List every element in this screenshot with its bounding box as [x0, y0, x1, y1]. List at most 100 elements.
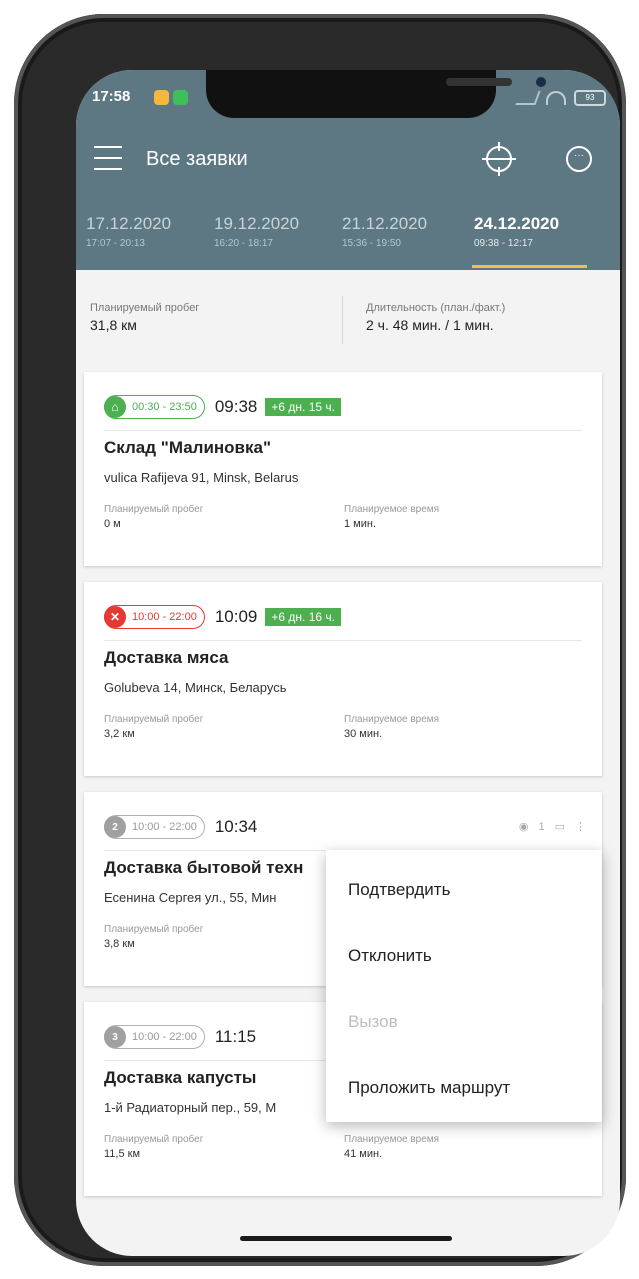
menu-item-confirm[interactable]: Подтвердить — [348, 880, 450, 900]
card-header: 2 10:00 - 22:00 10:34 — [104, 814, 257, 840]
mileage-label: Планируемый пробег — [90, 302, 200, 314]
chat-icon[interactable]: ··· — [566, 146, 592, 172]
planned-mileage: Планируемый пробег 0 м — [104, 504, 203, 530]
time-window-badge: 2 10:00 - 22:00 — [104, 815, 205, 839]
battery-icon: 93 — [574, 90, 606, 106]
stop-number-badge: 3 — [104, 1026, 126, 1048]
duration-value: 2 ч. 48 мин. / 1 мин. — [366, 317, 494, 333]
date-tabs: 17.12.2020 17:07 - 20:13 19.12.2020 16:2… — [76, 202, 620, 270]
card-header: 3 10:00 - 22:00 11:15 — [104, 1024, 256, 1050]
active-tab-indicator — [472, 265, 587, 268]
delay-badge: +6 дн. 16 ч. — [265, 608, 341, 626]
tab-date-3[interactable]: 21.12.2020 15:36 - 19:50 — [342, 214, 427, 249]
signal-icon — [515, 91, 541, 105]
planned-time-label: Планируемое время — [344, 1134, 440, 1145]
planned-time: Планируемое время 30 мин. — [344, 714, 439, 740]
planned-mileage-value: 3,2 км — [104, 728, 135, 740]
divider — [104, 430, 582, 431]
speaker — [446, 78, 512, 86]
time-window-badge: ✕ 10:00 - 22:00 — [104, 605, 205, 629]
order-card[interactable]: ✕ 10:00 - 22:00 10:09 +6 дн. 16 ч. Доста… — [84, 582, 602, 776]
camera — [536, 77, 546, 87]
order-card[interactable]: ⌂ 00:30 - 23:50 09:38 +6 дн. 15 ч. Склад… — [84, 372, 602, 566]
arrival-time: 09:38 — [214, 397, 258, 416]
time-window: 00:30 - 23:50 — [132, 401, 197, 413]
tab-date: 19.12.2020 — [214, 214, 300, 233]
planned-mileage-value: 3,8 км — [104, 938, 135, 950]
home-icon: ⌂ — [104, 396, 126, 418]
mileage-value: 31,8 км — [90, 317, 137, 333]
divider — [104, 640, 582, 641]
notification-icon — [154, 90, 169, 105]
planned-mileage-value: 11,5 км — [104, 1148, 141, 1160]
planned-mileage-label: Планируемый пробег — [104, 924, 204, 935]
home-indicator[interactable] — [240, 1236, 452, 1241]
time-window: 10:00 - 22:00 — [132, 1031, 197, 1043]
route-summary: Планируемый пробег 31,8 км Длительность … — [76, 270, 620, 358]
card-title: Склад "Малиновка" — [104, 438, 272, 457]
summary-mileage: Планируемый пробег 31,8 км — [90, 302, 199, 333]
summary-divider — [342, 296, 343, 344]
tab-time: 09:38 - 12:17 — [474, 238, 533, 249]
card-address: Есенина Сергея ул., 55, Мин — [104, 890, 277, 905]
time-window: 10:00 - 22:00 — [132, 821, 197, 833]
notch — [206, 70, 546, 118]
duration-label: Длительность (план./факт.) — [366, 302, 506, 314]
crosshair-icon[interactable] — [482, 142, 516, 176]
screen: 17:58 93 Все заявки ··· 17.12.2020 17:07… — [76, 70, 620, 1256]
hamburger-icon[interactable] — [94, 146, 122, 170]
card-actions: ◉ 1 ▭ ⋮ — [518, 820, 586, 834]
attachment-count: 1 — [538, 820, 545, 833]
tab-date: 21.12.2020 — [342, 214, 428, 233]
planned-time-label: Планируемое время — [344, 504, 440, 515]
eye-icon: ◉ — [518, 821, 529, 833]
tab-date: 17.12.2020 — [86, 214, 172, 233]
planned-mileage: Планируемый пробег 3,8 км — [104, 924, 203, 950]
more-vert-icon[interactable]: ⋮ — [575, 820, 586, 833]
card-header: ⌂ 00:30 - 23:50 09:38 +6 дн. 15 ч. — [104, 394, 341, 420]
card-address: 1-й Радиаторный пер., 59, М — [104, 1100, 277, 1115]
page-title: Все заявки — [146, 148, 248, 170]
tab-date-1[interactable]: 17.12.2020 17:07 - 20:13 — [86, 214, 171, 249]
menu-item-route[interactable]: Проложить маршрут — [348, 1078, 510, 1098]
tab-date-4[interactable]: 24.12.2020 09:38 - 12:17 — [474, 214, 559, 249]
tab-date-2[interactable]: 19.12.2020 16:20 - 18:17 — [214, 214, 299, 249]
card-header: ✕ 10:00 - 22:00 10:09 +6 дн. 16 ч. — [104, 604, 341, 630]
status-icons: 93 — [515, 90, 606, 106]
menu-item-reject[interactable]: Отклонить — [348, 946, 432, 966]
whatsapp-icon — [173, 90, 188, 105]
arrival-time: 10:09 — [214, 607, 258, 626]
planned-mileage: Планируемый пробег 11,5 км — [104, 1134, 203, 1160]
comment-icon[interactable]: ▭ — [555, 820, 565, 833]
card-address: Golubeva 14, Минск, Беларусь — [104, 680, 287, 695]
planned-mileage-label: Планируемый пробег — [104, 504, 204, 515]
card-title: Доставка капусты — [104, 1068, 257, 1087]
card-title: Доставка бытовой техн — [104, 858, 304, 877]
planned-mileage-label: Планируемый пробег — [104, 714, 204, 725]
tab-time: 17:07 - 20:13 — [86, 238, 145, 249]
planned-mileage-value: 0 м — [104, 518, 121, 530]
summary-duration: Длительность (план./факт.) 2 ч. 48 мин. … — [366, 302, 505, 333]
planned-mileage: Планируемый пробег 3,2 км — [104, 714, 203, 740]
planned-time-value: 41 мин. — [344, 1148, 383, 1160]
stop-number-badge: 2 — [104, 816, 126, 838]
planned-time-value: 30 мин. — [344, 728, 383, 740]
arrival-time: 11:15 — [214, 1027, 257, 1046]
menu-item-call: Вызов — [348, 1012, 398, 1031]
time-window-badge: ⌂ 00:30 - 23:50 — [104, 395, 205, 419]
time-window: 10:00 - 22:00 — [132, 611, 197, 623]
tab-time: 15:36 - 19:50 — [342, 238, 401, 249]
close-icon: ✕ — [104, 606, 126, 628]
planned-time-label: Планируемое время — [344, 714, 440, 725]
wifi-icon — [546, 91, 566, 105]
phone-frame: 17:58 93 Все заявки ··· 17.12.2020 17:07… — [14, 14, 626, 1266]
status-time: 17:58 — [92, 88, 131, 105]
delay-badge: +6 дн. 15 ч. — [265, 398, 341, 416]
card-title: Доставка мяса — [104, 648, 229, 667]
arrival-time: 10:34 — [214, 817, 258, 836]
planned-time-value: 1 мин. — [344, 518, 377, 530]
tab-date: 24.12.2020 — [474, 214, 560, 233]
planned-time: Планируемое время 1 мин. — [344, 504, 439, 530]
planned-time: Планируемое время 41 мин. — [344, 1134, 439, 1160]
app-bar: Все заявки ··· — [76, 124, 620, 202]
